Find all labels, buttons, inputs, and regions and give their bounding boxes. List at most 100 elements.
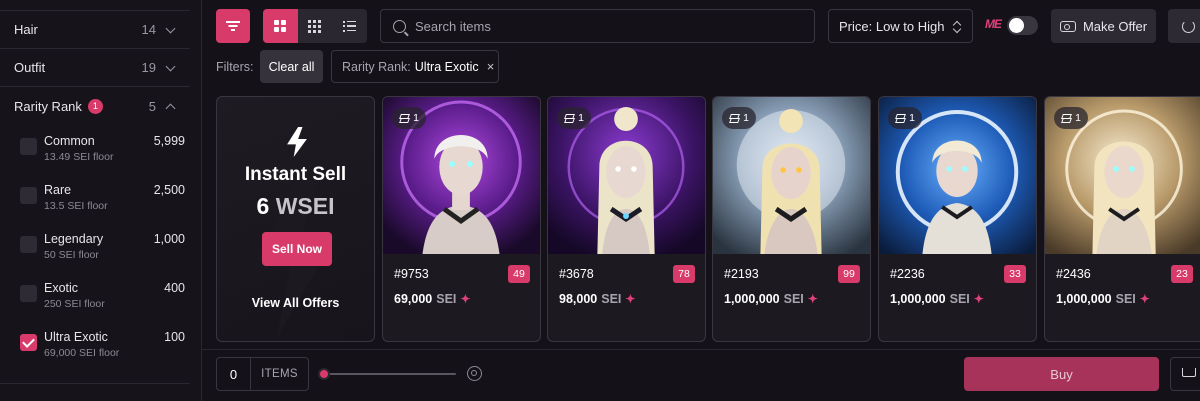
rarity-option-name: Exotic (44, 281, 79, 295)
filter-group-label: Rarity Rank (14, 98, 82, 114)
sell-now-button[interactable]: Sell Now (262, 232, 332, 266)
instant-sell-currency: WSEI (275, 193, 335, 219)
nft-image: 1 (713, 97, 870, 254)
rarity-option-floor: 13.5 SEI floor (44, 200, 108, 212)
make-offer-button[interactable]: Make Offer (1051, 9, 1156, 43)
clear-all-filters-button[interactable]: Clear all (260, 50, 323, 83)
rarity-option-rare[interactable]: Rare 13.5 SEI floor 2,500 (20, 183, 190, 219)
instant-sell-title: Instant Sell (244, 164, 347, 185)
list-icon (342, 20, 356, 32)
nft-price: 69,000 SEI ✦ (394, 292, 470, 306)
instant-sell-value: 6 (256, 193, 270, 219)
rarity-option-count: 2,500 (153, 183, 185, 197)
slider-handle[interactable] (318, 368, 330, 380)
checkbox[interactable] (20, 187, 37, 204)
gear-icon[interactable] (467, 366, 482, 381)
nft-price: 98,000 SEI ✦ (559, 292, 635, 306)
quantity-unit: ITEMS (261, 368, 298, 380)
checkbox[interactable] (20, 138, 37, 155)
sparkle-icon: ✦ (973, 292, 984, 306)
chevron-up-down-icon (953, 20, 961, 34)
offer-icon (1059, 20, 1076, 32)
magic-eden-logo: ME (985, 17, 1002, 31)
price-value: 98,000 (559, 292, 598, 306)
filter-group-count: 5 (148, 98, 156, 114)
magic-eden-listings-toggle[interactable] (1007, 16, 1038, 35)
search-input[interactable] (415, 18, 795, 34)
edition-count: 1 (578, 112, 584, 124)
rarity-option-ultra-exotic[interactable]: Ultra Exotic 69,000 SEI floor 100 (20, 330, 190, 366)
divider (0, 383, 190, 384)
rarity-option-floor: 13.49 SEI floor (44, 151, 114, 163)
price-value: 1,000,000 (890, 292, 946, 306)
sparkle-icon: ✦ (1139, 292, 1150, 306)
nft-card[interactable]: 1 #2193 99 1,000,000 SEI ✦ (712, 96, 871, 342)
edition-count: 1 (1075, 112, 1081, 124)
cart-icon[interactable] (1170, 357, 1200, 391)
nft-card[interactable]: 1 #3678 78 98,000 SEI ✦ (547, 96, 706, 342)
nft-name: #2193 (724, 267, 759, 281)
instant-sell-amount: 6 WSEI (217, 193, 374, 220)
chevron-down-icon (166, 25, 176, 35)
sweep-slider[interactable] (318, 368, 456, 380)
rarity-option-floor: 69,000 SEI floor (44, 347, 120, 359)
filter-group-rarity-rank[interactable]: Rarity Rank 1 5 (0, 87, 190, 125)
toggle-filters-button[interactable] (216, 9, 250, 43)
nft-card[interactable]: 1 #2436 23 1,000,000 SEI ✦ (1044, 96, 1200, 342)
price-unit: SEI (949, 292, 970, 306)
filter-chip-value: Ultra Exotic (414, 59, 479, 74)
filter-icon (226, 21, 240, 31)
list-view-button[interactable] (332, 9, 367, 43)
quantity-value[interactable]: 0 (217, 358, 251, 390)
layers-icon (1061, 114, 1071, 123)
rarity-option-floor: 250 SEI floor (44, 298, 105, 310)
active-filter-chip[interactable]: Rarity Rank: Ultra Exotic × (331, 50, 499, 83)
chevron-up-icon (166, 101, 176, 111)
sparkle-icon: ✦ (625, 292, 636, 306)
edition-badge: 1 (392, 107, 426, 129)
search-box (380, 9, 815, 43)
nft-card[interactable]: 1 #2236 33 1,000,000 SEI ✦ (878, 96, 1037, 342)
filter-group-hair[interactable]: Hair 14 (0, 11, 190, 49)
layers-icon (399, 114, 409, 123)
large-grid-view-button[interactable] (263, 9, 298, 43)
filter-group-label: Outfit (14, 60, 46, 75)
rarity-option-legendary[interactable]: Legendary 50 SEI floor 1,000 (20, 232, 190, 268)
rarity-option-name: Ultra Exotic (44, 330, 108, 344)
sparkle-icon: ✦ (460, 292, 471, 306)
layers-icon (564, 114, 574, 123)
nft-card[interactable]: 1 #9753 49 69,000 SEI ✦ (382, 96, 541, 342)
price-unit: SEI (783, 292, 804, 306)
small-grid-view-button[interactable] (298, 9, 333, 43)
grid-large-icon (274, 20, 287, 32)
nft-name: #3678 (559, 267, 594, 281)
price-unit: SEI (1115, 292, 1136, 306)
rarity-option-count: 400 (164, 281, 185, 295)
checkbox[interactable] (20, 236, 37, 253)
refresh-button[interactable] (1168, 9, 1200, 43)
sort-select[interactable]: Price: Low to High (828, 9, 973, 43)
checkbox[interactable] (20, 285, 37, 302)
view-all-offers-link[interactable]: View All Offers (217, 296, 374, 310)
buy-button[interactable]: Buy (964, 357, 1159, 391)
checkbox-checked[interactable] (20, 334, 37, 351)
rarity-option-exotic[interactable]: Exotic 250 SEI floor 400 (20, 281, 190, 317)
close-icon[interactable]: × (487, 59, 495, 74)
filter-group-count: 19 (141, 60, 156, 75)
sweep-quantity-input[interactable]: 0 ITEMS (216, 357, 309, 391)
nft-image: 1 (1045, 97, 1200, 254)
rarity-option-name: Rare (44, 183, 72, 197)
price-value: 69,000 (394, 292, 433, 306)
filter-group-outfit[interactable]: Outfit 19 (0, 49, 190, 87)
nft-image: 1 (879, 97, 1036, 254)
instant-sell-card: Instant Sell 6 WSEI Sell Now View All Of… (216, 96, 375, 342)
rarity-option-count: 5,999 (153, 134, 185, 148)
view-mode-toggle (263, 9, 367, 43)
nft-price: 1,000,000 SEI ✦ (890, 292, 984, 306)
price-unit: SEI (436, 292, 457, 306)
nft-image: 1 (548, 97, 705, 254)
rarity-option-name: Legendary (44, 232, 104, 246)
rarity-rank-badge: 23 (1171, 265, 1193, 283)
filter-group-label: Hair (14, 22, 38, 37)
rarity-option-common[interactable]: Common 13.49 SEI floor 5,999 (20, 134, 190, 170)
